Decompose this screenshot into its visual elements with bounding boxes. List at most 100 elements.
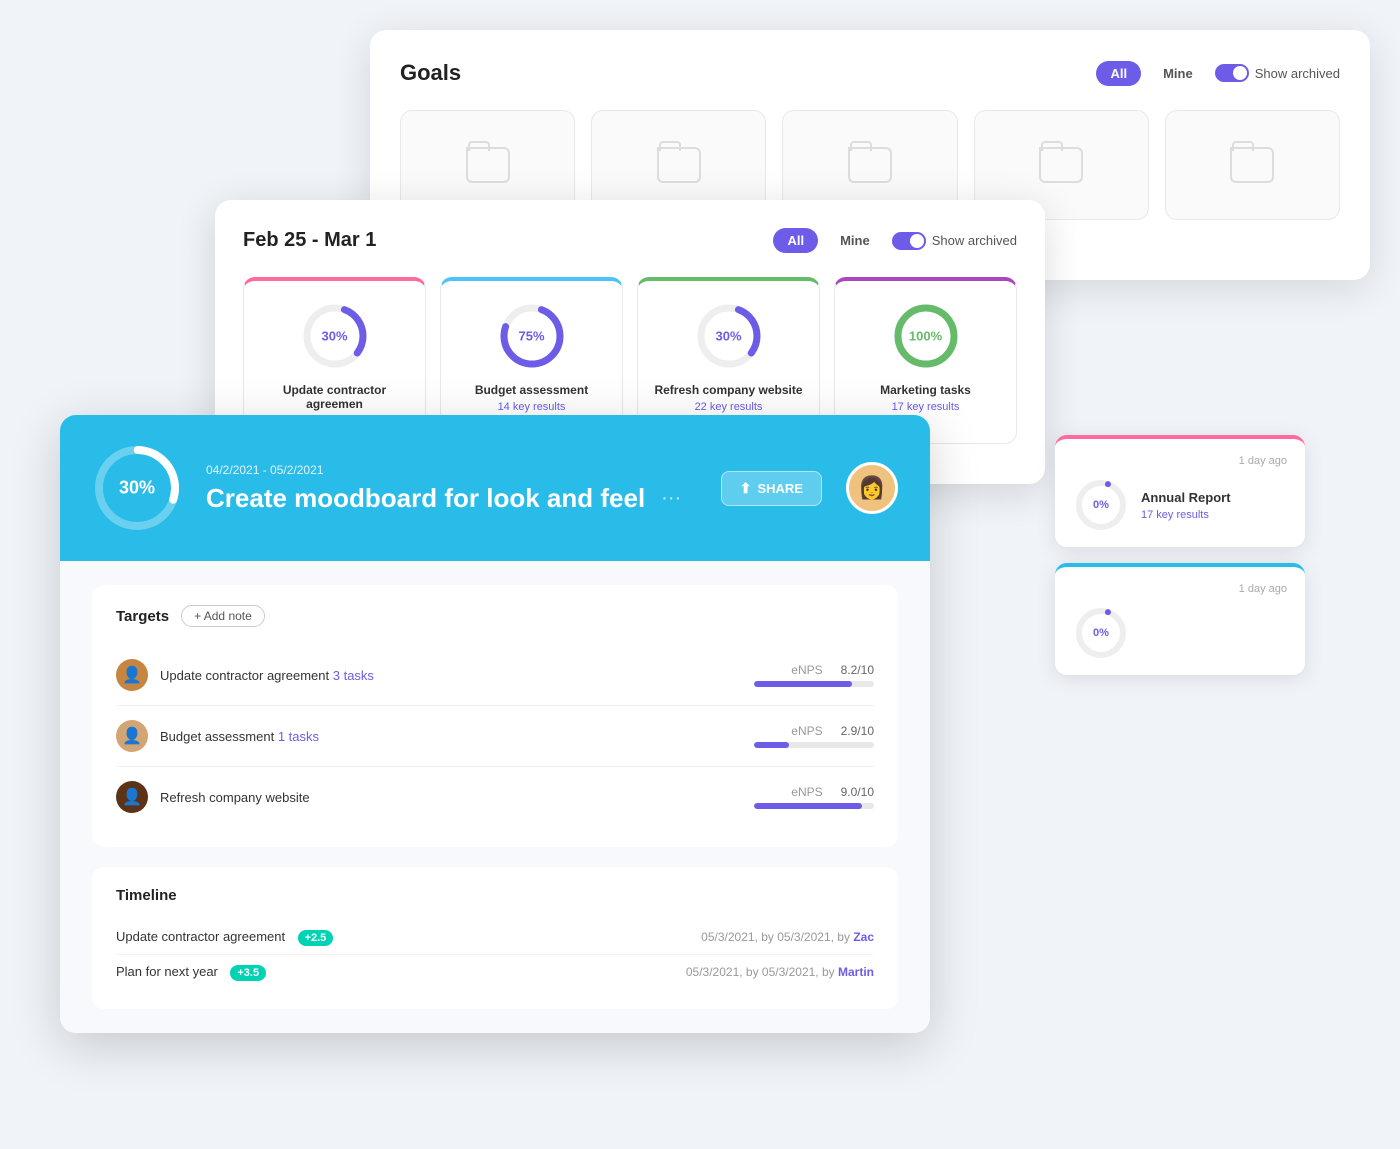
week-filter-group: All Mine Show archived bbox=[773, 228, 1017, 253]
target-bar-fill-2 bbox=[754, 742, 789, 748]
goal-card-sub-4: 17 key results bbox=[892, 401, 960, 413]
target-avatar-1: 👤 bbox=[116, 659, 148, 691]
target-row-2: 👤 Budget assessment 1 tasks eNPS 2.9/10 bbox=[116, 706, 874, 767]
target-row-3: 👤 Refresh company website eNPS 9.0/10 bbox=[116, 767, 874, 827]
target-name-1: Update contractor agreement 3 tasks bbox=[160, 668, 754, 683]
folder-icon-4 bbox=[1039, 147, 1083, 183]
avatar: 👩 bbox=[846, 462, 898, 514]
goals-panel-header: Goals All Mine Show archived bbox=[400, 60, 1340, 86]
week-title: Feb 25 - Mar 1 bbox=[243, 229, 376, 252]
timeline-row-2: Plan for next year +3.5 05/3/2021, by 05… bbox=[116, 955, 874, 989]
target-link-2[interactable]: 1 tasks bbox=[278, 729, 319, 744]
detail-header: 30% 04/2/2021 - 05/2/2021 Create moodboa… bbox=[60, 415, 930, 561]
week-panel-header: Feb 25 - Mar 1 All Mine Show archived bbox=[243, 228, 1017, 253]
toggle-thumb bbox=[1233, 66, 1247, 80]
target-bar-fill-1 bbox=[754, 681, 852, 687]
side-donut-1: 0% bbox=[1073, 477, 1129, 533]
goal-card-sub-2: 14 key results bbox=[498, 401, 566, 413]
target-bar-track-1 bbox=[754, 681, 874, 687]
folder-icon-3 bbox=[848, 147, 892, 183]
target-bar-2: eNPS 2.9/10 bbox=[754, 724, 874, 748]
target-score-1: 8.2/10 bbox=[841, 663, 874, 677]
week-toggle-thumb bbox=[910, 234, 924, 248]
target-row-1: 👤 Update contractor agreement 3 tasks eN… bbox=[116, 645, 874, 706]
donut-1: 30% bbox=[300, 301, 370, 371]
folder-icon-2 bbox=[657, 147, 701, 183]
detail-title-block: 04/2/2021 - 05/2/2021 Create moodboard f… bbox=[206, 463, 697, 514]
goals-title: Goals bbox=[400, 60, 461, 86]
detail-body: Targets + Add note 👤 Update contractor a… bbox=[60, 561, 930, 1033]
side-card-2-body: 0% bbox=[1073, 605, 1287, 661]
goal-card-title-2: Budget assessment bbox=[475, 383, 588, 397]
toggle-track[interactable] bbox=[1215, 64, 1249, 82]
target-name-2: Budget assessment 1 tasks bbox=[160, 729, 754, 744]
goals-filter-group: All Mine Show archived bbox=[1096, 61, 1340, 86]
targets-header: Targets + Add note bbox=[116, 605, 874, 627]
donut-label-3: 30% bbox=[715, 329, 741, 344]
folder-icon-5 bbox=[1230, 147, 1274, 183]
progress-ring-large: 30% bbox=[92, 443, 182, 533]
goal-card-title-4: Marketing tasks bbox=[880, 383, 971, 397]
goal-card-title-1: Update contractor agreemen bbox=[258, 383, 411, 411]
timeline-by-2: Martin bbox=[838, 965, 874, 979]
week-toggle-track[interactable] bbox=[892, 232, 926, 250]
timeline-name-2: Plan for next year bbox=[116, 964, 218, 979]
week-toggle-label: Show archived bbox=[932, 233, 1017, 248]
side-donut-label-1: 0% bbox=[1093, 499, 1109, 511]
show-archived-toggle[interactable]: Show archived bbox=[1215, 64, 1340, 82]
timeline-section: Timeline Update contractor agreement +2.… bbox=[92, 867, 898, 1009]
side-donut-2: 0% bbox=[1073, 605, 1129, 661]
add-note-button[interactable]: + Add note bbox=[181, 605, 265, 627]
target-metric-3: eNPS bbox=[791, 785, 822, 799]
target-bar-3: eNPS 9.0/10 bbox=[754, 785, 874, 809]
filter-all-btn[interactable]: All bbox=[1096, 61, 1141, 86]
target-metric-2: eNPS bbox=[791, 724, 822, 738]
target-metric-1: eNPS bbox=[791, 663, 822, 677]
timeline-row-1: Update contractor agreement +2.5 05/3/20… bbox=[116, 920, 874, 955]
target-bar-fill-3 bbox=[754, 803, 862, 809]
share-button[interactable]: ⬆ SHARE bbox=[721, 471, 822, 506]
side-card-2[interactable]: 1 day ago 0% bbox=[1055, 563, 1305, 675]
target-avatar-2: 👤 bbox=[116, 720, 148, 752]
targets-section: Targets + Add note 👤 Update contractor a… bbox=[92, 585, 898, 847]
target-avatar-3: 👤 bbox=[116, 781, 148, 813]
week-show-archived-toggle[interactable]: Show archived bbox=[892, 232, 1017, 250]
week-filter-all-btn[interactable]: All bbox=[773, 228, 818, 253]
timeline-title: Timeline bbox=[116, 887, 874, 904]
timeline-by-1: Zac bbox=[853, 930, 874, 944]
avatar-emoji: 👩 bbox=[858, 475, 885, 501]
donut-3: 30% bbox=[694, 301, 764, 371]
donut-label-2: 75% bbox=[518, 329, 544, 344]
share-label: SHARE bbox=[757, 481, 803, 496]
timeline-entry-2: Plan for next year +3.5 bbox=[116, 963, 266, 981]
goal-card-title-3: Refresh company website bbox=[654, 383, 802, 397]
detail-dots-icon[interactable]: ··· bbox=[661, 487, 681, 510]
week-filter-mine-btn[interactable]: Mine bbox=[826, 228, 884, 253]
side-card-1-body: 0% Annual Report 17 key results bbox=[1073, 477, 1287, 533]
side-card-2-info bbox=[1141, 631, 1287, 635]
donut-4: 100% bbox=[891, 301, 961, 371]
detail-date: 04/2/2021 - 05/2/2021 bbox=[206, 463, 697, 477]
side-donut-label-2: 0% bbox=[1093, 627, 1109, 639]
goal-card-sub-3: 22 key results bbox=[695, 401, 763, 413]
timeline-badge-1: +2.5 bbox=[298, 930, 334, 946]
side-card-1-sub: 17 key results bbox=[1141, 509, 1287, 521]
donut-label-1: 30% bbox=[321, 329, 347, 344]
targets-title: Targets bbox=[116, 608, 169, 625]
filter-mine-btn[interactable]: Mine bbox=[1149, 61, 1207, 86]
target-score-2: 2.9/10 bbox=[841, 724, 874, 738]
detail-panel: 30% 04/2/2021 - 05/2/2021 Create moodboa… bbox=[60, 415, 930, 1033]
share-icon: ⬆ bbox=[740, 480, 752, 497]
target-link-1[interactable]: 3 tasks bbox=[333, 668, 374, 683]
folder-icon-1 bbox=[466, 147, 510, 183]
folder-card-5[interactable] bbox=[1165, 110, 1340, 220]
timeline-badge-2: +3.5 bbox=[230, 965, 266, 981]
target-bar-track-2 bbox=[754, 742, 874, 748]
target-bar-track-3 bbox=[754, 803, 874, 809]
right-cards-container: 1 day ago 0% Annual Report 17 key result… bbox=[1055, 435, 1305, 691]
progress-ring-label: 30% bbox=[119, 478, 155, 499]
timeline-meta-2: 05/3/2021, by 05/3/2021, by Martin bbox=[686, 965, 874, 979]
side-card-1-title: Annual Report bbox=[1141, 490, 1287, 505]
timeline-meta-1: 05/3/2021, by 05/3/2021, by Zac bbox=[701, 930, 874, 944]
side-card-annual-report[interactable]: 1 day ago 0% Annual Report 17 key result… bbox=[1055, 435, 1305, 547]
